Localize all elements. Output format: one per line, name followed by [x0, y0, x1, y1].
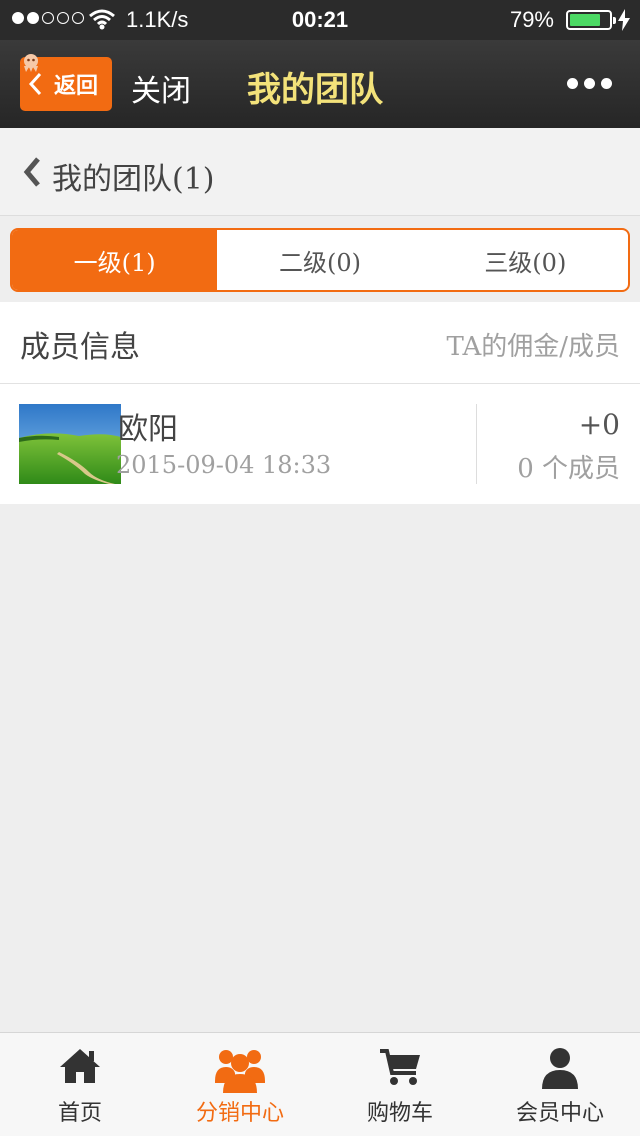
member-name: 欧阳: [118, 412, 178, 447]
tab-home[interactable]: 首页: [0, 1033, 160, 1136]
avatar: [19, 404, 121, 484]
bottom-tab-bar: 首页 分销中心 购物车 会员中心: [0, 1032, 640, 1136]
tab-home-label: 首页: [57, 1101, 102, 1126]
nav-bar: 返回 关闭 我的团队: [0, 40, 640, 128]
members-header-label: 成员信息: [20, 330, 140, 365]
tab-distribution-center-label: 分销中心: [195, 1101, 284, 1126]
back-button-label: 返回: [53, 74, 98, 99]
sub-header: 我的团队(1): [0, 128, 640, 216]
status-bar: 1.1K/s 00:21 79%: [0, 0, 640, 40]
battery-icon: [566, 10, 616, 30]
member-count: 0 个成员: [517, 454, 620, 484]
more-options-icon[interactable]: [567, 78, 612, 89]
member-commission: +0: [578, 408, 620, 441]
member-join-date: 2015-09-04 18:33: [116, 451, 332, 479]
tab-member-center-label: 会员中心: [515, 1101, 604, 1126]
tab-member-center[interactable]: 会员中心: [480, 1033, 640, 1136]
close-button[interactable]: 关闭: [131, 66, 191, 110]
section-title: 我的团队(1): [52, 162, 215, 197]
chevron-left-icon[interactable]: [22, 156, 42, 188]
page-title: 我的团队: [247, 70, 383, 110]
tab-distribution-center[interactable]: 分销中心: [160, 1033, 320, 1136]
user-icon: [542, 1048, 578, 1089]
tab-level-1[interactable]: 一级(1): [12, 230, 218, 290]
charging-icon: [618, 9, 630, 31]
list-item[interactable]: 欧阳 2015-09-04 18:33 +0 0 个成员: [0, 384, 640, 504]
tab-cart-label: 购物车: [366, 1101, 433, 1126]
tab-level-2[interactable]: 二级(0): [217, 230, 422, 290]
cart-icon: [380, 1049, 420, 1085]
home-icon: [60, 1049, 100, 1083]
divider: [476, 404, 477, 484]
level-tabs: 一级(1) 二级(0) 三级(0): [10, 228, 630, 292]
mascot-icon: [24, 54, 38, 72]
battery-percent: 79%: [509, 7, 554, 32]
commission-header-label: TA的佣金/成员: [446, 332, 620, 362]
chevron-left-icon: [28, 72, 42, 96]
tab-cart[interactable]: 购物车: [320, 1033, 480, 1136]
users-icon: [215, 1050, 265, 1093]
members-header: 成员信息 TA的佣金/成员: [0, 302, 640, 384]
tab-level-3[interactable]: 三级(0): [423, 230, 628, 290]
back-button[interactable]: 返回: [20, 54, 112, 111]
